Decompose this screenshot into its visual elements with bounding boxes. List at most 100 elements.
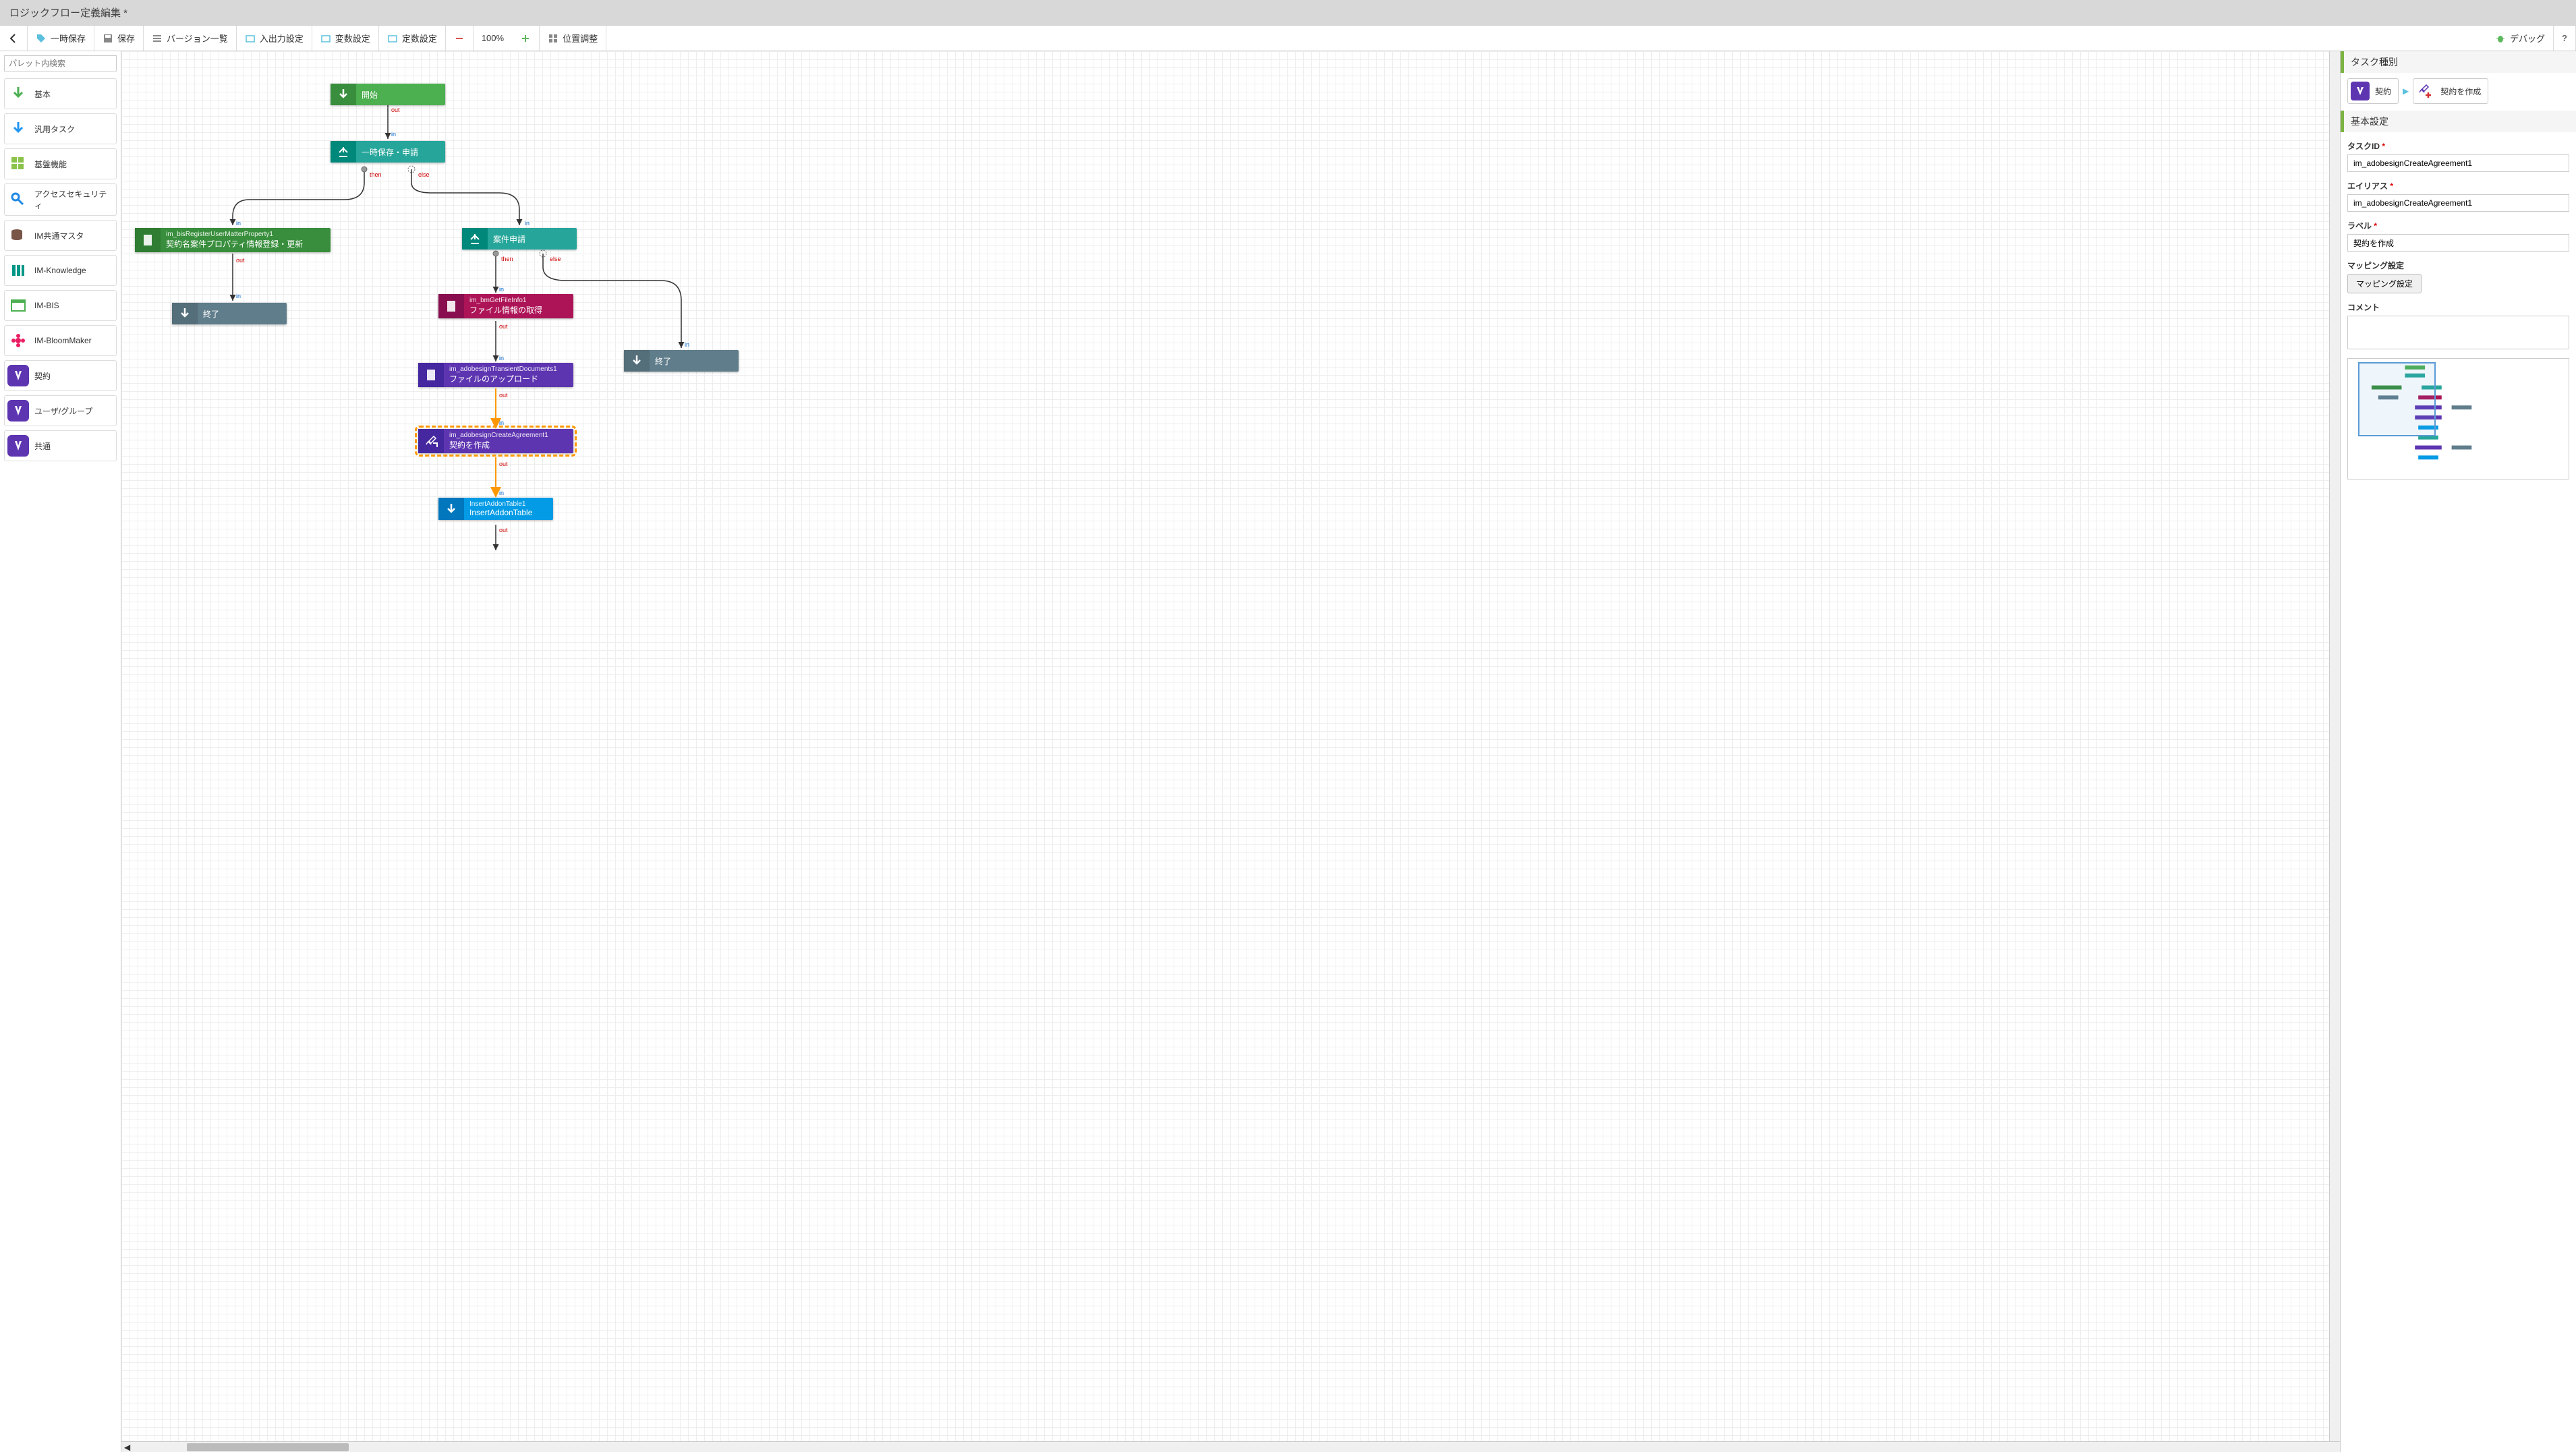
type-badge-contract[interactable]: 契約 xyxy=(2347,78,2399,104)
node-case-apply[interactable]: 案件申請 xyxy=(462,228,577,250)
temp-save-button[interactable]: 一時保存 xyxy=(28,26,94,51)
save-button[interactable]: 保存 xyxy=(94,26,144,51)
node-start[interactable]: 開始 xyxy=(331,84,445,105)
palette-item-knowledge[interactable]: IM-Knowledge xyxy=(4,255,117,286)
port-in: in xyxy=(236,293,241,299)
node-label: ファイル情報の取得 xyxy=(469,304,568,316)
port-in: in xyxy=(499,419,504,426)
palette-item-label: 基盤機能 xyxy=(34,158,67,170)
minimap[interactable] xyxy=(2347,358,2569,480)
list-icon xyxy=(152,33,163,44)
window-title: ロジックフロー定義編集 * xyxy=(0,0,2576,26)
label-input[interactable] xyxy=(2347,234,2569,252)
help-label: ? xyxy=(2562,33,2567,43)
palette-item-master[interactable]: IM共通マスタ xyxy=(4,220,117,251)
window-icon xyxy=(9,296,28,315)
palette-item-label: IM-BIS xyxy=(34,301,59,310)
palette-item-common[interactable]: 共通 xyxy=(4,430,117,461)
database-icon xyxy=(9,226,28,245)
alias-input[interactable] xyxy=(2347,194,2569,212)
minus-icon xyxy=(454,33,465,44)
task-id-input[interactable] xyxy=(2347,154,2569,172)
debug-button[interactable]: デバッグ xyxy=(2487,26,2554,51)
version-list-button[interactable]: バージョン一覧 xyxy=(144,26,237,51)
adobe-icon xyxy=(11,439,25,453)
mapping-button[interactable]: マッピング設定 xyxy=(2347,274,2422,293)
comment-textarea[interactable] xyxy=(2347,316,2569,349)
node-label: 契約を作成 xyxy=(449,439,568,451)
palette-item-generic[interactable]: 汎用タスク xyxy=(4,113,117,144)
node-title: im_adobesignCreateAgreement1 xyxy=(449,432,568,439)
port-in: in xyxy=(499,286,504,293)
palette-item-usergroup[interactable]: ユーザ/グループ xyxy=(4,395,117,426)
palette-panel: 基本 汎用タスク 基盤機能 アクセスセキュリティ IM共通マスタ IM-Know… xyxy=(0,51,121,1452)
tag-icon xyxy=(36,33,47,44)
node-create-agreement[interactable]: im_adobesignCreateAgreement1契約を作成 xyxy=(418,429,573,453)
zoom-level: 100% xyxy=(474,26,512,51)
const-settings-button[interactable]: 定数設定 xyxy=(379,26,446,51)
palette-item-label: ユーザ/グループ xyxy=(34,405,92,417)
save-icon xyxy=(103,33,113,44)
node-title: InsertAddonTable1 xyxy=(469,500,548,508)
var-settings-label: 変数設定 xyxy=(335,32,370,45)
port-out: out xyxy=(499,461,508,467)
io-settings-label: 入出力設定 xyxy=(260,32,304,45)
books-icon xyxy=(9,261,28,280)
palette-item-label: 汎用タスク xyxy=(34,123,75,135)
zoom-out-button[interactable] xyxy=(446,26,474,51)
folder-icon xyxy=(387,33,398,44)
port-out: out xyxy=(499,323,508,330)
palette-item-contract[interactable]: 契約 xyxy=(4,360,117,391)
node-transient-docs[interactable]: im_adobesignTransientDocuments1ファイルのアップロ… xyxy=(418,363,573,387)
branch-icon xyxy=(331,141,356,163)
temp-save-label: 一時保存 xyxy=(51,32,86,45)
zoom-in-button[interactable] xyxy=(512,26,540,51)
port-in: in xyxy=(236,220,241,227)
io-settings-button[interactable]: 入出力設定 xyxy=(237,26,312,51)
back-button[interactable] xyxy=(0,26,28,51)
file-icon xyxy=(438,294,464,318)
position-adjust-button[interactable]: 位置調整 xyxy=(540,26,606,51)
end-icon xyxy=(172,303,198,324)
palette-item-bis[interactable]: IM-BIS xyxy=(4,290,117,321)
node-end2[interactable]: 終了 xyxy=(624,350,739,372)
palette-item-platform[interactable]: 基盤機能 xyxy=(4,148,117,179)
node-label: InsertAddonTable xyxy=(469,508,548,517)
node-bis-register[interactable]: im_bisRegisterUserMatterProperty1契約名案件プロ… xyxy=(135,228,331,252)
arrow-left-icon xyxy=(8,33,19,44)
palette-item-label: 基本 xyxy=(34,88,51,100)
zoom-value: 100% xyxy=(482,33,504,43)
palette-list: 基本 汎用タスク 基盤機能 アクセスセキュリティ IM共通マスタ IM-Know… xyxy=(0,76,121,1452)
signature-icon xyxy=(418,429,444,453)
debug-label: デバッグ xyxy=(2510,32,2545,45)
type-badge-create[interactable]: 契約を作成 xyxy=(2413,78,2488,104)
port-in: in xyxy=(499,490,504,496)
document-icon xyxy=(135,228,161,252)
port-in: in xyxy=(525,220,529,227)
vertical-scrollbar[interactable] xyxy=(2329,51,2340,1441)
palette-item-label: IM-BloomMaker xyxy=(34,336,92,345)
node-title: im_adobesignTransientDocuments1 xyxy=(449,366,568,373)
node-end1[interactable]: 終了 xyxy=(172,303,287,324)
node-insert-addon[interactable]: InsertAddonTable1InsertAddonTable xyxy=(438,498,553,520)
port-out: out xyxy=(499,392,508,399)
arrow-down-icon xyxy=(438,498,464,520)
node-label: ファイルのアップロード xyxy=(449,373,568,384)
toolbar: 一時保存 保存 バージョン一覧 入出力設定 変数設定 定数設定 xyxy=(0,26,2576,51)
var-settings-button[interactable]: 変数設定 xyxy=(312,26,379,51)
canvas-area[interactable]: 開始 out in 一時保存・申請 then else im_bisRegist… xyxy=(121,51,2340,1452)
node-get-fileinfo[interactable]: im_bmGetFileInfo1ファイル情報の取得 xyxy=(438,294,573,318)
node-tempsave-apply[interactable]: 一時保存・申請 xyxy=(331,141,445,163)
horizontal-scrollbar[interactable]: ◀ xyxy=(121,1441,2340,1452)
port-else: else xyxy=(418,171,430,178)
palette-search-input[interactable] xyxy=(4,55,117,71)
palette-item-security[interactable]: アクセスセキュリティ xyxy=(4,183,117,216)
palette-item-bloom[interactable]: IM-BloomMaker xyxy=(4,325,117,356)
grid-icon xyxy=(548,33,559,44)
flower-icon xyxy=(9,331,28,350)
help-button[interactable]: ? xyxy=(2554,26,2576,51)
properties-panel: タスク種別 契約 ▶ 契約を作成 基本設定 タスクID * エイリアス * ラベ… xyxy=(2340,51,2576,1452)
folder-icon xyxy=(245,33,256,44)
palette-item-basic[interactable]: 基本 xyxy=(4,78,117,109)
position-adjust-label: 位置調整 xyxy=(563,32,598,45)
